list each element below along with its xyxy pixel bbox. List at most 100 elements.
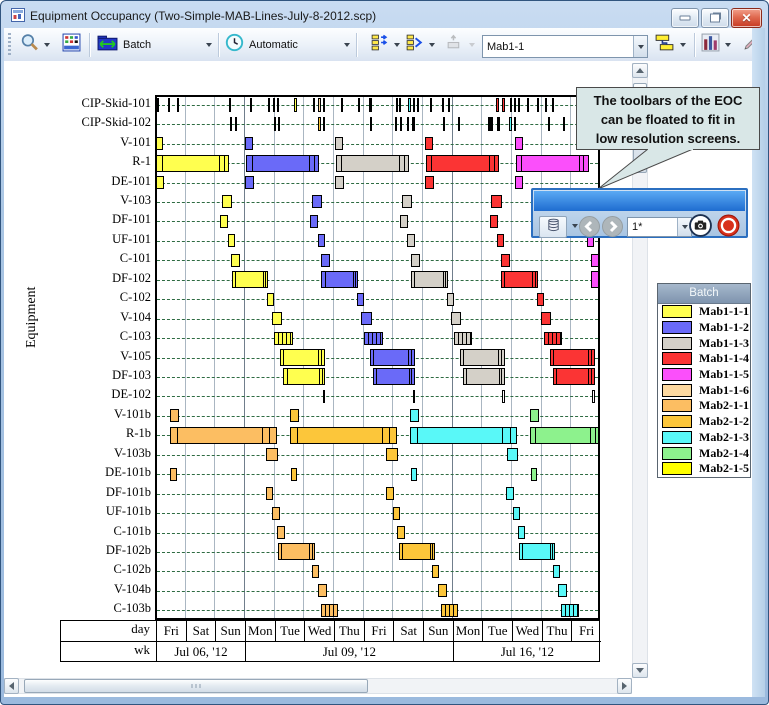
scroll-down-button[interactable]: [632, 663, 648, 678]
scroll-right-button[interactable]: [617, 678, 632, 694]
minimize-icon: [680, 16, 691, 21]
legend-swatch: [662, 399, 692, 412]
callout-line: can be floated to fit in: [577, 110, 759, 129]
legend-swatch: [662, 447, 692, 460]
forward-button[interactable]: [602, 216, 623, 237]
database-icon: [546, 217, 561, 238]
app-icon: [11, 8, 25, 22]
zoom-button[interactable]: [18, 33, 55, 57]
gantt-link-button[interactable]: [652, 33, 691, 57]
forward-arrow-icon: [603, 217, 622, 236]
collapse-rows-button[interactable]: [403, 33, 440, 57]
chevron-down-icon: [682, 225, 688, 229]
legend-label: Mab1-1-1: [699, 304, 749, 319]
legend-entry[interactable]: Mab1-1-1: [658, 304, 750, 320]
legend-label: Mab1-1-6: [699, 383, 749, 398]
chart-type-button[interactable]: [699, 33, 736, 57]
legend-entry[interactable]: Mab2-1-2: [658, 414, 750, 430]
legend-swatch: [662, 305, 692, 318]
batch-select-combobox[interactable]: Mab1-1: [482, 35, 648, 58]
legend-entry[interactable]: Mab2-1-5: [658, 461, 750, 477]
legend-entry[interactable]: Mab1-1-4: [658, 351, 750, 367]
batch-dropdown-arrow-icon[interactable]: [206, 43, 212, 47]
restore-button[interactable]: [701, 8, 729, 28]
triangle-down-icon: [636, 668, 644, 673]
legend-label: Mab1-1-3: [699, 336, 749, 351]
scroll-left-button[interactable]: [4, 678, 19, 694]
legend-entry[interactable]: Mab1-1-6: [658, 382, 750, 398]
horizontal-scrollbar-thumb[interactable]: [24, 679, 368, 693]
chevron-down-icon: [638, 45, 644, 49]
legend-entry[interactable]: Mab1-1-3: [658, 335, 750, 351]
application-window: Equipment Occupancy (Two-Simple-MAB-Line…: [0, 0, 769, 705]
batch-select-dropdown-button[interactable]: [633, 36, 647, 57]
record-button[interactable]: [717, 214, 740, 237]
automatic-mode-dropdown[interactable]: Automatic: [223, 33, 355, 57]
expand-rows-button[interactable]: [368, 33, 405, 57]
legend-entry[interactable]: Mab2-1-4: [658, 445, 750, 461]
database-dropdown-arrow-icon[interactable]: [572, 224, 578, 228]
legend-entry[interactable]: Mab2-1-3: [658, 430, 750, 446]
batch-folder-icon: [97, 34, 118, 56]
collapse-rows-dropdown-arrow-icon[interactable]: [429, 43, 435, 47]
bar-chart-icon: [701, 33, 720, 57]
legend-label: Mab2-1-4: [699, 446, 749, 461]
toolbar-separator: [218, 33, 219, 57]
toolbar-grip-handle[interactable]: [8, 33, 11, 57]
zoom-magnifier-icon: [20, 33, 39, 57]
floating-toolbar-titlebar[interactable]: [534, 191, 745, 211]
database-button[interactable]: [539, 216, 567, 238]
legend-swatch: [662, 368, 692, 381]
automatic-dropdown-arrow-icon[interactable]: [344, 43, 350, 47]
y-axis-title: Equipment: [24, 328, 40, 348]
clock-icon: [225, 33, 244, 57]
toolbar-separator: [356, 33, 357, 57]
legend-swatch: [662, 337, 692, 350]
close-button[interactable]: ✕: [731, 8, 762, 28]
legend-entry[interactable]: Mab1-1-2: [658, 320, 750, 336]
legend-swatch: [662, 462, 692, 475]
legend-swatch: [662, 415, 692, 428]
floating-toolbar: 1*: [531, 188, 748, 238]
expand-rows-dropdown-arrow-icon[interactable]: [394, 43, 400, 47]
legend-body: Mab1-1-1Mab1-1-2Mab1-1-3Mab1-1-4Mab1-1-5…: [658, 304, 750, 477]
batch-mode-dropdown[interactable]: Batch: [95, 33, 217, 57]
triangle-right-icon: [622, 682, 627, 690]
batch-select-value: Mab1-1: [483, 41, 633, 53]
zoom-dropdown-arrow-icon[interactable]: [44, 43, 50, 47]
legend-entry[interactable]: Mab2-1-1: [658, 398, 750, 414]
gantt-link-dropdown-arrow-icon[interactable]: [680, 43, 686, 47]
chart-type-dropdown-arrow-icon[interactable]: [725, 43, 731, 47]
callout-line: low resolution screens.: [577, 129, 759, 148]
eoc-settings-button[interactable]: [60, 33, 83, 57]
restore-icon: [710, 14, 720, 23]
legend-label: Mab2-1-5: [699, 461, 749, 476]
scroll-up-button[interactable]: [632, 63, 648, 78]
camera-icon: [689, 214, 712, 237]
align-disabled-icon: [445, 33, 464, 57]
triangle-up-icon: [636, 68, 644, 73]
legend-label: Mab2-1-1: [699, 398, 749, 413]
batch-mode-label: Batch: [120, 39, 154, 51]
gantt-link-icon: [654, 33, 675, 57]
window-title: Equipment Occupancy (Two-Simple-MAB-Line…: [30, 6, 376, 26]
eoc-grid-icon: [62, 33, 81, 57]
batch-legend: Batch Mab1-1-1Mab1-1-2Mab1-1-3Mab1-1-4Ma…: [657, 283, 751, 478]
snapshot-button[interactable]: [689, 214, 712, 237]
align-button-disabled: [443, 33, 480, 57]
legend-swatch: [662, 321, 692, 334]
legend-header: Batch: [658, 284, 750, 304]
legend-label: Mab1-1-5: [699, 367, 749, 382]
expand-down-icon: [370, 33, 389, 57]
back-button[interactable]: [579, 216, 600, 237]
page-value: 1*: [628, 221, 677, 233]
minimize-button[interactable]: [671, 8, 699, 28]
page-combobox[interactable]: 1*: [627, 217, 692, 237]
triangle-left-icon: [9, 682, 14, 690]
callout-tail: [590, 149, 700, 191]
legend-entry[interactable]: Mab1-1-5: [658, 367, 750, 383]
close-icon: ✕: [741, 12, 751, 24]
automatic-mode-label: Automatic: [246, 39, 301, 51]
callout-line: The toolbars of the EOC: [577, 91, 759, 110]
legend-label: Mab1-1-2: [699, 320, 749, 335]
